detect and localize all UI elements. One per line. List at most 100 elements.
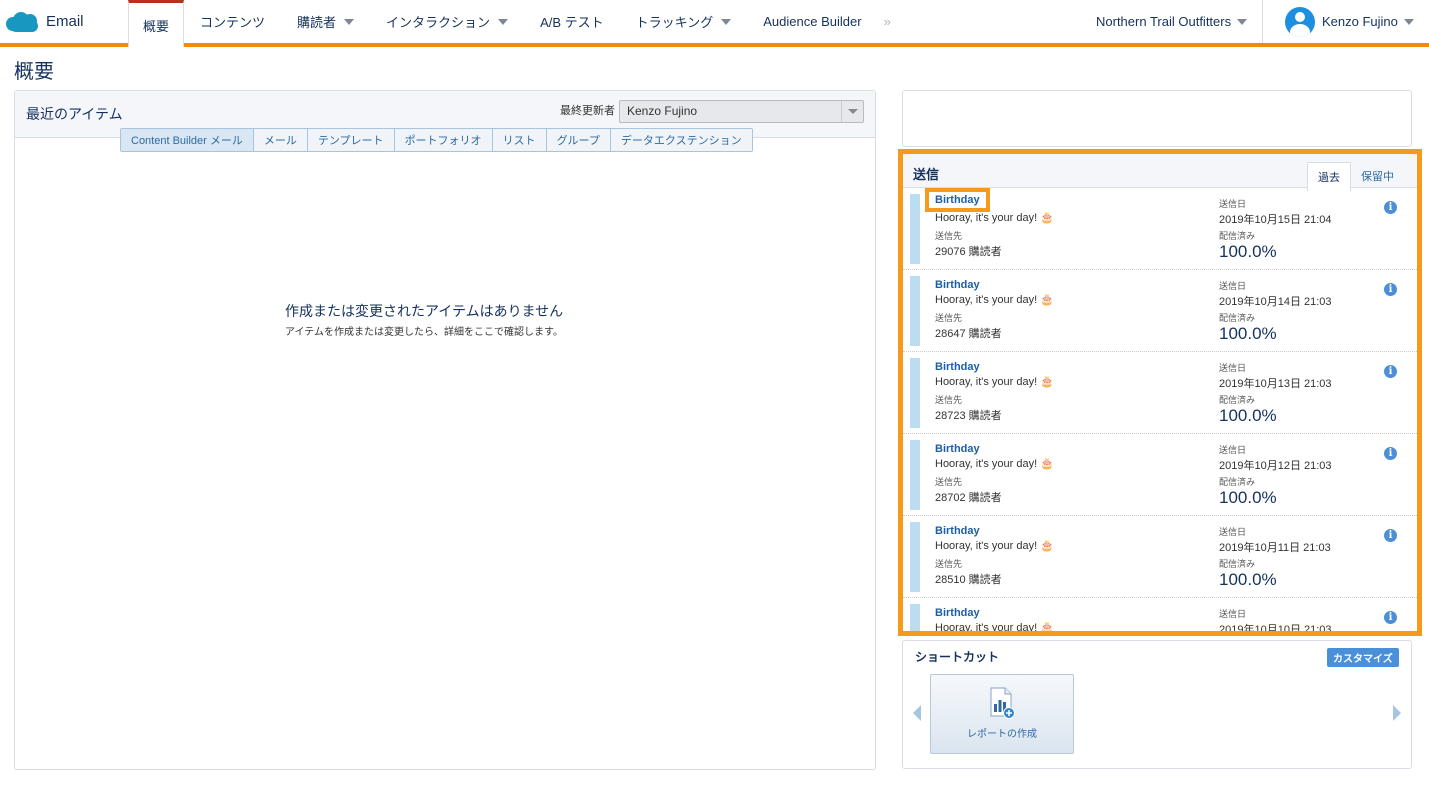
avatar bbox=[1285, 6, 1315, 37]
delivered-label: 配信済み bbox=[1219, 395, 1256, 405]
delivered-label: 配信済み bbox=[1219, 313, 1256, 323]
send-date: 2019年10月11日 21:03 bbox=[1219, 542, 1331, 554]
nav-tab-label: 概要 bbox=[143, 18, 170, 34]
empty-state-title: 作成または変更されたアイテムはありません bbox=[285, 303, 564, 319]
sends-panel: 送信 過去 保留中 Birthday Hooray, it's your day… bbox=[898, 149, 1422, 636]
shortcut-label: レポートの作成 bbox=[967, 729, 1037, 740]
send-row-marker bbox=[910, 604, 920, 631]
send-to-count: 29076 購読者 bbox=[935, 246, 1002, 258]
send-row: Birthday Hooray, it's your day! 🎂 送信先 28… bbox=[903, 516, 1417, 598]
tab-template[interactable]: テンプレート bbox=[308, 129, 395, 151]
customize-button[interactable]: カスタマイズ bbox=[1327, 648, 1399, 667]
app-brand[interactable]: Email bbox=[6, 0, 84, 43]
user-menu[interactable]: Kenzo Fujino bbox=[1262, 0, 1429, 43]
updater-value: Kenzo Fujino bbox=[627, 104, 698, 118]
nav-tab-label: Audience Builder bbox=[763, 14, 862, 29]
delivered-rate: 100.0% bbox=[1219, 242, 1277, 261]
send-row: Birthday Hooray, it's your day! 🎂 送信先 28… bbox=[903, 434, 1417, 516]
info-icon[interactable]: i bbox=[1384, 365, 1397, 378]
info-icon[interactable]: i bbox=[1384, 529, 1397, 542]
send-name-link[interactable]: Birthday bbox=[925, 188, 990, 212]
delivered-label: 配信済み bbox=[1219, 559, 1256, 569]
page-title: 概要 bbox=[14, 61, 54, 83]
chevron-down-icon bbox=[1237, 18, 1248, 25]
send-list: Birthday Hooray, it's your day! 🎂 送信先 29… bbox=[903, 188, 1417, 636]
send-to-count: 28723 購読者 bbox=[935, 410, 1002, 422]
updater-label: 最終更新者 bbox=[560, 105, 615, 117]
create-report-shortcut[interactable]: レポートの作成 bbox=[930, 674, 1074, 754]
tab-email[interactable]: メール bbox=[254, 129, 308, 151]
send-row-marker bbox=[910, 440, 920, 510]
nav-tab-ab-test[interactable]: A/B テスト bbox=[524, 0, 620, 43]
carousel-prev-icon[interactable] bbox=[913, 705, 921, 721]
recent-items-title: 最近のアイテム bbox=[26, 106, 123, 122]
send-subject: Hooray, it's your day! 🎂 bbox=[935, 540, 1054, 552]
chevron-down-icon bbox=[1403, 18, 1414, 25]
updater-select[interactable]: Kenzo Fujino bbox=[619, 100, 864, 123]
send-date: 2019年10月10日 21:03 bbox=[1219, 624, 1332, 636]
recent-items-tabs: Content Builder メール メール テンプレート ポートフォリオ リ… bbox=[120, 128, 753, 152]
send-row: Birthday Hooray, it's your day! 🎂 送信先 28… bbox=[903, 270, 1417, 352]
more-tabs-button[interactable]: » bbox=[878, 0, 897, 43]
shortcuts-title: ショートカット bbox=[915, 650, 1000, 664]
nav-tab-content[interactable]: コンテンツ bbox=[184, 0, 281, 43]
info-icon[interactable]: i bbox=[1384, 447, 1397, 460]
send-subject: Hooray, it's your day! 🎂 bbox=[935, 376, 1054, 388]
send-subject: Hooray, it's your day! 🎂 bbox=[935, 622, 1054, 634]
send-to-label: 送信先 bbox=[935, 559, 963, 569]
tab-pending[interactable]: 保留中 bbox=[1351, 162, 1404, 191]
tab-portfolio[interactable]: ポートフォリオ bbox=[395, 129, 493, 151]
send-date: 2019年10月12日 21:03 bbox=[1219, 460, 1332, 472]
carousel-next-icon[interactable] bbox=[1393, 705, 1401, 721]
info-icon[interactable]: i bbox=[1384, 283, 1397, 296]
send-row: Birthday Hooray, it's your day! 🎂 送信先 28… bbox=[903, 352, 1417, 434]
send-row: Birthday Hooray, it's your day! 🎂 送信先 29… bbox=[903, 188, 1417, 270]
delivered-label: 配信済み bbox=[1219, 477, 1256, 487]
delivered-rate: 100.0% bbox=[1219, 488, 1277, 507]
send-date-label: 送信日 bbox=[1219, 445, 1247, 455]
salesforce-cloud-icon bbox=[6, 11, 40, 33]
send-to-label: 送信先 bbox=[935, 395, 963, 405]
org-name: Northern Trail Outfitters bbox=[1096, 14, 1232, 29]
nav-tab-label: 購読者 bbox=[297, 15, 337, 30]
send-row-marker bbox=[910, 194, 920, 264]
tab-data-extension[interactable]: データエクステンション bbox=[611, 129, 752, 151]
nav-tab-overview[interactable]: 概要 bbox=[128, 0, 185, 47]
tab-past[interactable]: 過去 bbox=[1307, 162, 1351, 191]
send-name-link[interactable]: Birthday bbox=[935, 279, 980, 291]
chevron-down-icon bbox=[841, 101, 863, 122]
nav-tab-interactions[interactable]: インタラクション bbox=[370, 0, 524, 43]
delivered-rate: 100.0% bbox=[1219, 324, 1277, 343]
info-icon[interactable]: i bbox=[1384, 201, 1397, 214]
send-subject: Hooray, it's your day! 🎂 bbox=[935, 294, 1054, 306]
nav-tab-label: トラッキング bbox=[635, 15, 714, 30]
app-name: Email bbox=[46, 13, 84, 30]
tab-content-builder-email[interactable]: Content Builder メール bbox=[121, 129, 254, 151]
send-name-link[interactable]: Birthday bbox=[935, 361, 980, 373]
recent-items-panel: 最近のアイテム 最終更新者 Kenzo Fujino Content Build… bbox=[14, 90, 876, 770]
send-date-label: 送信日 bbox=[1219, 527, 1247, 537]
nav-tab-label: A/B テスト bbox=[540, 15, 604, 30]
send-row-marker bbox=[910, 276, 920, 346]
send-name-link[interactable]: Birthday bbox=[935, 443, 980, 455]
send-name-link[interactable]: Birthday bbox=[935, 607, 980, 619]
nav-tab-audience-builder[interactable]: Audience Builder bbox=[747, 0, 877, 43]
sends-header: 送信 過去 保留中 bbox=[903, 154, 1417, 191]
tab-list[interactable]: リスト bbox=[493, 129, 547, 151]
nav-tab-tracking[interactable]: トラッキング bbox=[620, 0, 748, 43]
send-date-label: 送信日 bbox=[1219, 281, 1247, 291]
delivered-label: 配信済み bbox=[1219, 231, 1256, 241]
nav-tab-label: コンテンツ bbox=[200, 15, 266, 30]
send-row-marker bbox=[910, 522, 920, 592]
report-icon bbox=[990, 687, 1015, 719]
send-to-label: 送信先 bbox=[935, 477, 963, 487]
send-name-link[interactable]: Birthday bbox=[935, 525, 980, 537]
info-icon[interactable]: i bbox=[1384, 611, 1397, 624]
nav-tab-label: インタラクション bbox=[386, 15, 491, 30]
org-switcher[interactable]: Northern Trail Outfitters bbox=[1096, 0, 1248, 43]
tab-group[interactable]: グループ bbox=[547, 129, 611, 151]
delivered-rate: 100.0% bbox=[1219, 406, 1277, 425]
empty-state-subtitle: アイテムを作成または変更したら、詳細をここで確認します。 bbox=[285, 327, 563, 338]
sends-tabs: 過去 保留中 bbox=[1307, 162, 1404, 191]
nav-tab-subscribers[interactable]: 購読者 bbox=[281, 0, 370, 43]
